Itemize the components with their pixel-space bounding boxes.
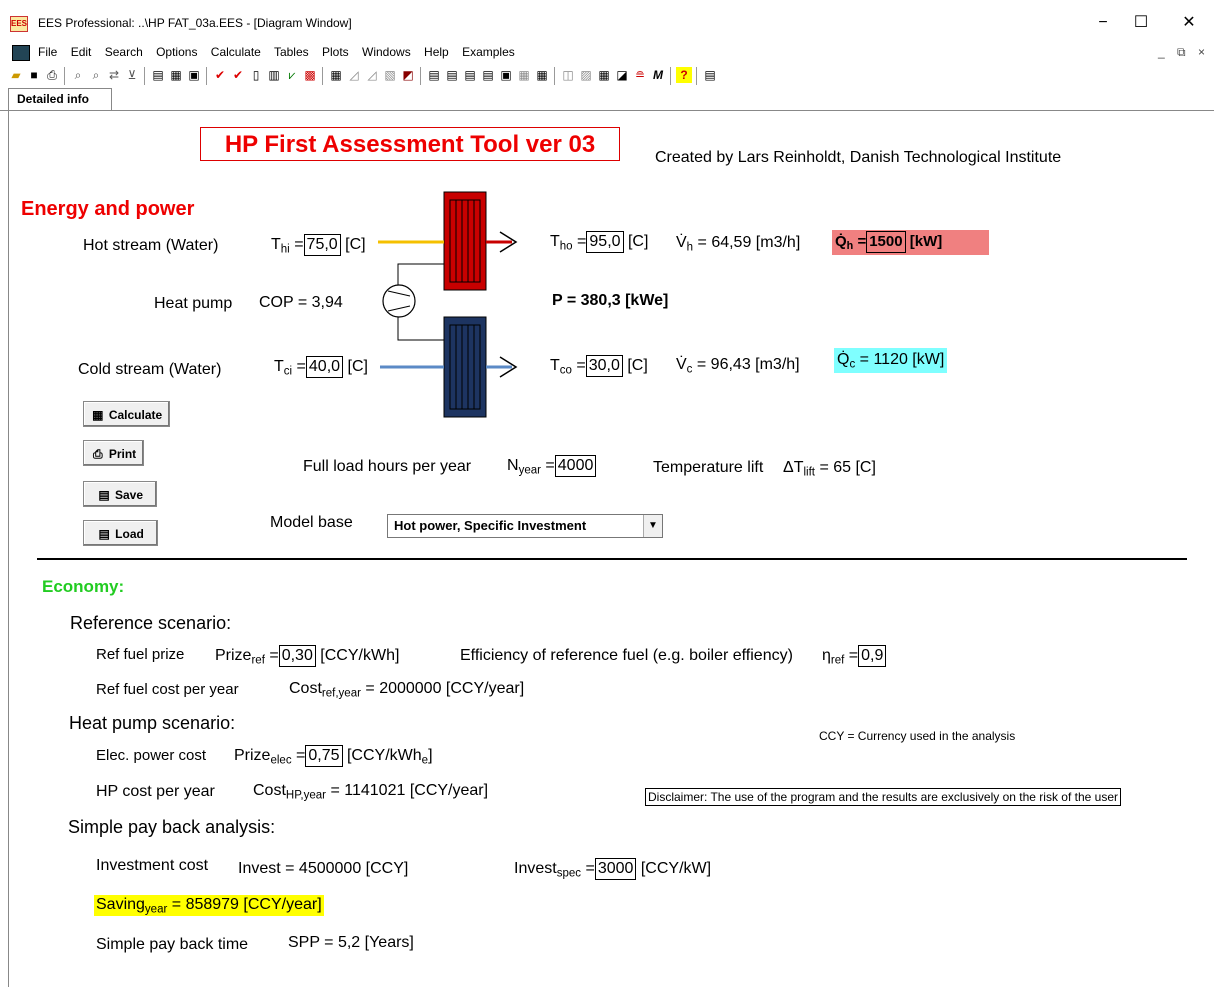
eta-ref-input[interactable]: 0,9 [858,645,887,667]
save-icon: ▤ [98,488,110,502]
chevron-down-icon[interactable]: ▼ [643,515,662,537]
t-co-input[interactable]: 30,0 [585,355,623,377]
t-ci-input[interactable]: 40,0 [305,356,344,378]
print-button[interactable]: ⎙ Print [83,440,144,466]
printer-icon: ⎙ [93,447,103,461]
power-value: P = 380,3 [kWe] [552,292,669,309]
model-base-select[interactable]: Hot power, Specific Investment ▼ [387,514,663,538]
disclaimer: Disclaimer: The use of the program and t… [645,788,1121,806]
t-hi-input[interactable]: 75,0 [303,234,341,256]
t-ci-field: Tci = 40,0 [C] [274,356,368,378]
section-divider [37,558,1187,560]
q-h-input[interactable]: 1500 [866,231,906,253]
spp-label: Simple pay back time [96,936,249,953]
prize-elec-input[interactable]: 0,75 [305,745,343,767]
saving-year-value: Savingyear = 858979 [CCY/year] [94,895,324,917]
compressor-icon [382,284,416,318]
t-ho-field: Tho = 95,0 [C] [550,231,649,253]
investment-label: Investment cost [96,857,209,874]
cold-heat-exchanger [443,316,487,418]
calculator-icon: ▦ [92,408,104,422]
hot-heat-exchanger [443,191,487,291]
t-ho-input[interactable]: 95,0 [586,231,624,253]
n-year-input[interactable]: 4000 [554,455,597,477]
n-year-field: Nyear = 4000 [507,455,597,477]
calculate-button[interactable]: ▦ Calculate [83,401,170,427]
q-h-field: Q̇h = 1500 [kW] [832,230,989,255]
t-co-field: Tco = 30,0 [C] [550,355,648,377]
v-h-value: V̇h = 64,59 [m3/h] [676,234,801,254]
payback-heading: Simple pay back analysis: [68,817,276,837]
efficiency-label: Efficiency of reference fuel (e.g. boile… [460,647,793,664]
eta-ref-field: ηref = 0,9 [822,645,887,667]
ref-fuel-prize-label: Ref fuel prize [96,646,185,663]
v-c-value: V̇c = 96,43 [m3/h] [676,356,800,376]
t-lift-value: ΔTlift = 65 [C] [783,459,876,479]
reference-heading: Reference scenario: [70,613,232,633]
hp-cost-label: HP cost per year [96,783,215,800]
ref-cost-label: Ref fuel cost per year [96,681,239,698]
heat-exchanger-diagram [378,191,518,418]
load-button[interactable]: ▤ Load [83,520,158,546]
temp-lift-label: Temperature lift [653,459,764,476]
spp-value: SPP = 5,2 [Years] [288,934,414,951]
invest-value: Invest = 4500000 [CCY] [238,860,409,877]
invest-spec-field: Investspec = 3000 [CCY/kW] [514,858,712,880]
full-load-label: Full load hours per year [303,458,472,475]
ccy-note: CCY = Currency used in the analysis [819,729,1016,743]
model-base-label: Model base [270,514,353,531]
cost-hp-year-value: CostHP,year = 1141021 [CCY/year] [253,782,489,802]
elec-cost-label: Elec. power cost [96,747,207,764]
t-hi-field: Thi = 75,0 [C] [271,234,366,256]
save-button[interactable]: ▤ Save [83,481,157,507]
cost-ref-year-value: Costref,year = 2000000 [CCY/year] [289,680,525,700]
q-c-value: Q̇c = 1120 [kW] [834,348,948,373]
prize-ref-input[interactable]: 0,30 [278,645,316,667]
hp-heading: Heat pump scenario: [69,713,236,733]
load-icon: ▤ [98,527,110,541]
prize-ref-field: Prizeref = 0,30 [CCY/kWh] [215,645,400,667]
cop-value: COP = 3,94 [259,294,343,311]
invest-spec-input[interactable]: 3000 [594,858,637,880]
economy-heading: Economy: [42,577,125,596]
prize-elec-field: Prizeelec = 0,75 [CCY/kWhe] [234,745,433,767]
